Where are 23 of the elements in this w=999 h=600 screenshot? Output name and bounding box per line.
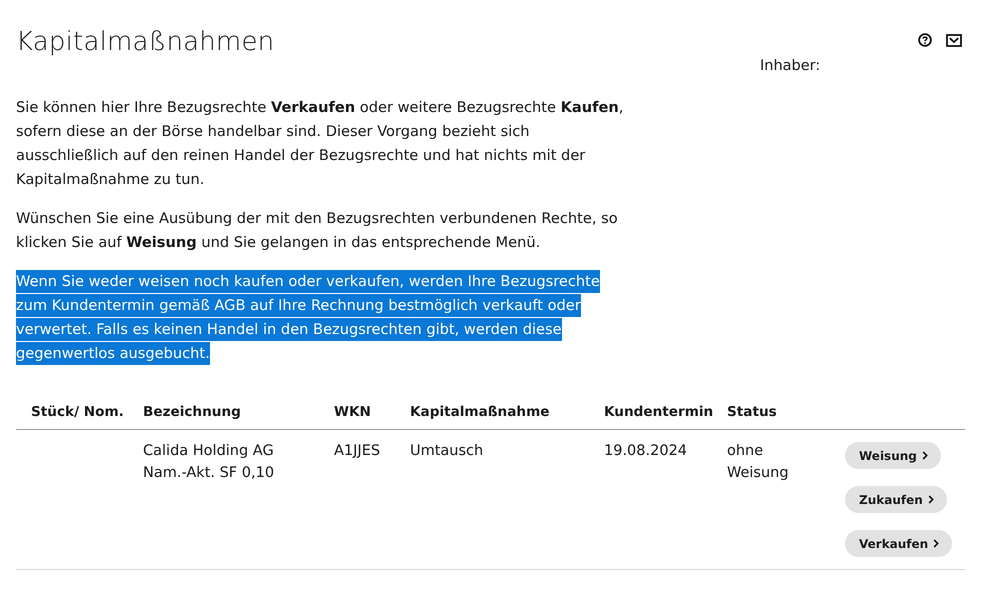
column-header: Kundentermin: [604, 403, 714, 422]
column-header: Stück/ Nom.: [30, 403, 125, 422]
action-button[interactable]: Weisung: [845, 442, 941, 469]
column-header: Status: [727, 403, 778, 422]
column-header: Kapitalmaßnahme: [410, 403, 550, 422]
paragraph: Wünschen Sie eine Ausübung der mit den Bezugsrechten verbundenen Rechte, so klicken Sie auf Weisung und Sie gelangen in das entsprechende Menü.: [16, 209, 619, 253]
action-button[interactable]: Zukaufen: [845, 486, 947, 513]
table-cell-text: 19.08.2024: [604, 442, 688, 461]
chevron-right-icon: [933, 539, 940, 548]
owner-label: Inhaber:: [760, 57, 820, 75]
page-title: Kapitalmaßnahmen: [16, 26, 274, 59]
chevron-right-icon: [922, 451, 928, 460]
table-cell-text: Umtausch: [410, 442, 484, 461]
column-header: WKN: [334, 403, 372, 422]
mail-icon[interactable]: [946, 34, 962, 46]
column-header: Bezeichnung: [143, 403, 242, 422]
table-cell-text: ohne Weisung: [727, 442, 790, 483]
help-icon[interactable]: [918, 33, 932, 47]
chevron-right-icon: [928, 495, 934, 504]
table-cell-text: A1JJES: [334, 442, 382, 461]
action-button[interactable]: Verkaufen: [845, 530, 952, 557]
table-cell-text: Calida Holding AG Nam.-Akt. SF 0,10: [143, 442, 276, 483]
paragraph: Sie können hier Ihre Bezugsrechte Verkaufen oder weitere Bezugsrechte Kaufen, sofern diese an der Börse handelbar sind. Dieser Vorgang bezieht sich ausschließlich auf den reinen Handel der Bezugsrechte und hat nichts mit der Kapitalmaßnahme zu tun.: [16, 98, 624, 190]
